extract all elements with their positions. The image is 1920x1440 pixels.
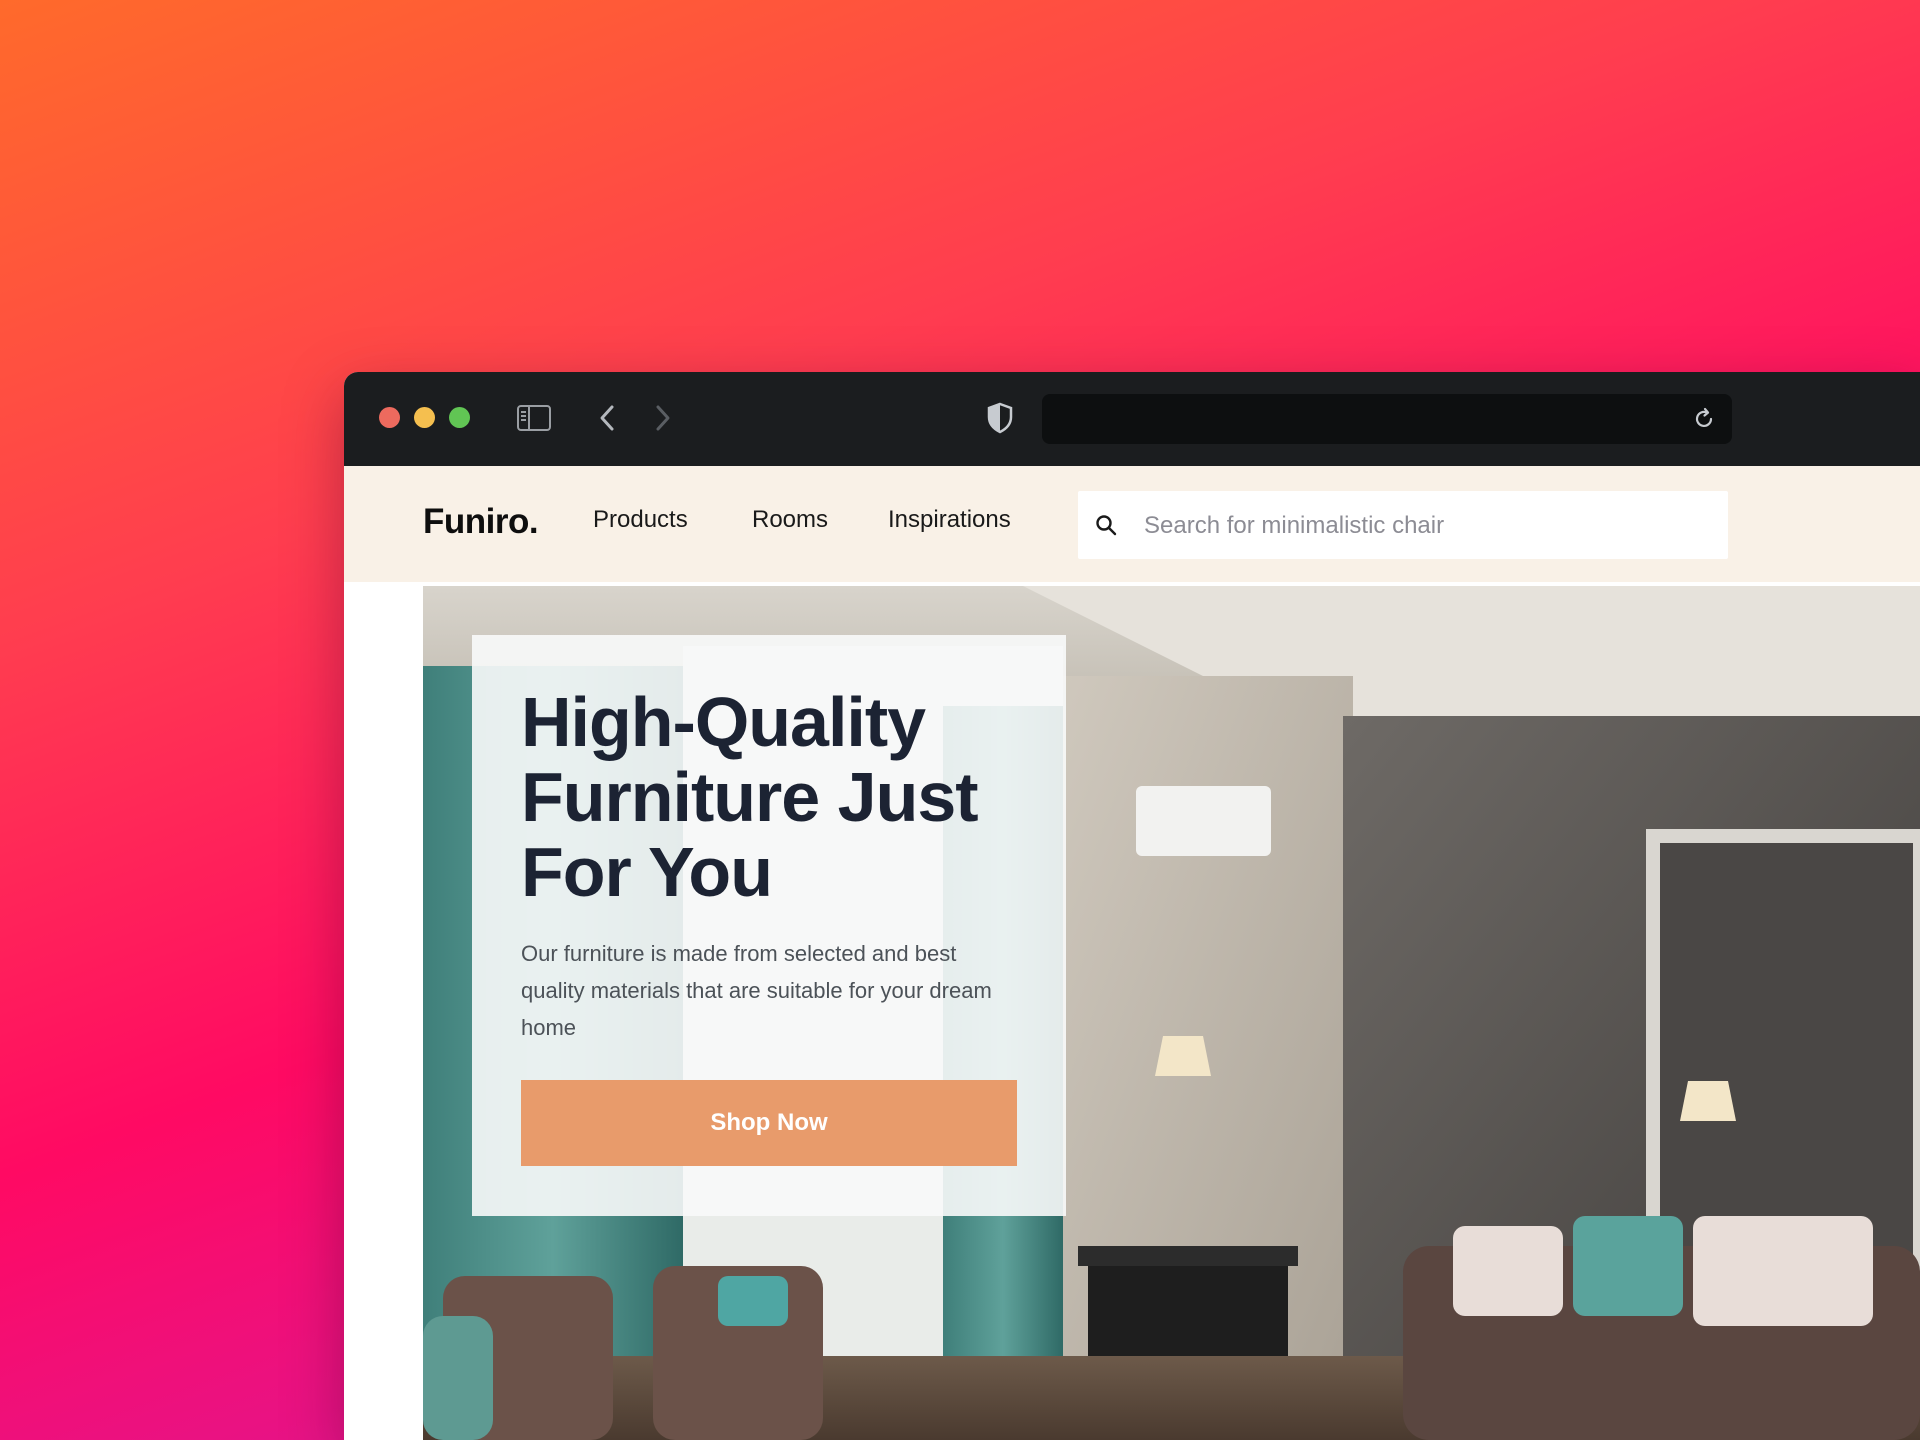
search-input[interactable] — [1142, 491, 1706, 561]
address-bar[interactable] — [1042, 394, 1732, 444]
zoom-window-button[interactable] — [449, 407, 470, 428]
reload-icon[interactable] — [1692, 407, 1716, 431]
sidebar-toggle-icon[interactable] — [514, 400, 554, 436]
site-logo[interactable]: Funiro. — [423, 502, 539, 542]
hero-banner: High-Quality Furniture Just For You Our … — [423, 586, 1920, 1440]
hero-description: Our furniture is made from selected and … — [521, 941, 992, 1040]
chevron-right-icon[interactable] — [648, 400, 678, 436]
site-header: Funiro. Products Rooms Inspirations — [344, 466, 1920, 582]
minimize-window-button[interactable] — [414, 407, 435, 428]
close-window-button[interactable] — [379, 407, 400, 428]
nav-products-link[interactable]: Products — [593, 506, 688, 534]
hero-card: High-Quality Furniture Just For You Our … — [472, 635, 1066, 1216]
search-box[interactable] — [1078, 491, 1728, 561]
chevron-left-icon[interactable] — [592, 400, 622, 436]
shield-icon[interactable] — [982, 400, 1018, 436]
search-icon — [1094, 513, 1118, 537]
shop-now-button[interactable]: Shop Now — [521, 1080, 1017, 1166]
browser-titlebar — [344, 372, 1920, 466]
nav-rooms-link[interactable]: Rooms — [752, 506, 828, 534]
nav-inspirations-link[interactable]: Inspirations — [888, 506, 1011, 534]
hero-title: High-Quality Furniture Just For You — [521, 683, 979, 911]
browser-window: Funiro. Products Rooms Inspirations Sear… — [344, 372, 1920, 1440]
